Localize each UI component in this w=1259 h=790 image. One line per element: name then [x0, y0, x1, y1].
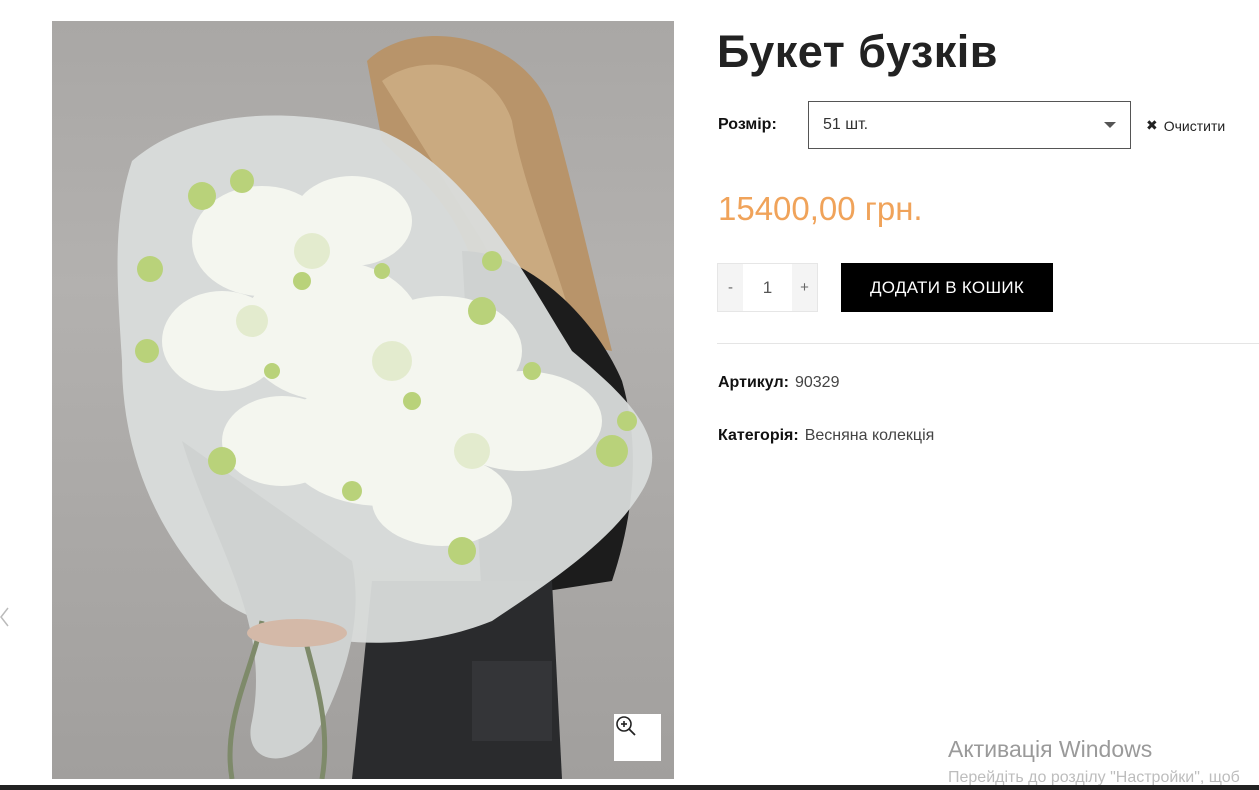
- bouquet-illustration: [117, 35, 653, 779]
- sku-row: Артикул: 90329: [718, 374, 839, 392]
- category-row: Категорія: Весняна колекція: [718, 427, 934, 445]
- size-label: Розмір:: [718, 116, 777, 133]
- add-to-cart-button[interactable]: ДОДАТИ В КОШИК: [841, 263, 1053, 312]
- windows-activation-title: Активація Windows: [948, 736, 1153, 762]
- zoom-in-icon: [616, 716, 636, 736]
- quantity-increase-button[interactable]: +: [792, 264, 817, 311]
- clear-variation-link[interactable]: ✖ Очистити: [1146, 117, 1225, 134]
- category-link[interactable]: Весняна колекція: [805, 427, 935, 444]
- clear-label: Очистити: [1163, 117, 1226, 134]
- close-icon: ✖: [1146, 117, 1158, 133]
- size-select[interactable]: 51 шт.: [808, 101, 1131, 149]
- category-label: Категорія:: [718, 427, 799, 444]
- product-title: Букет бузків: [717, 26, 998, 77]
- quantity-stepper: - +: [717, 263, 818, 312]
- quantity-decrease-button[interactable]: -: [718, 264, 743, 311]
- taskbar: [0, 785, 1259, 790]
- divider: [717, 343, 1259, 344]
- sku-label: Артикул:: [718, 374, 789, 391]
- size-selected-value: 51 шт.: [823, 116, 869, 133]
- chevron-down-icon: [1104, 122, 1116, 128]
- prev-slide-icon[interactable]: [0, 606, 10, 628]
- quantity-input[interactable]: [743, 264, 792, 311]
- zoom-button[interactable]: [614, 714, 661, 761]
- product-price: 15400,00 грн.: [718, 190, 923, 227]
- sku-value: 90329: [794, 374, 840, 391]
- product-image[interactable]: [52, 21, 674, 779]
